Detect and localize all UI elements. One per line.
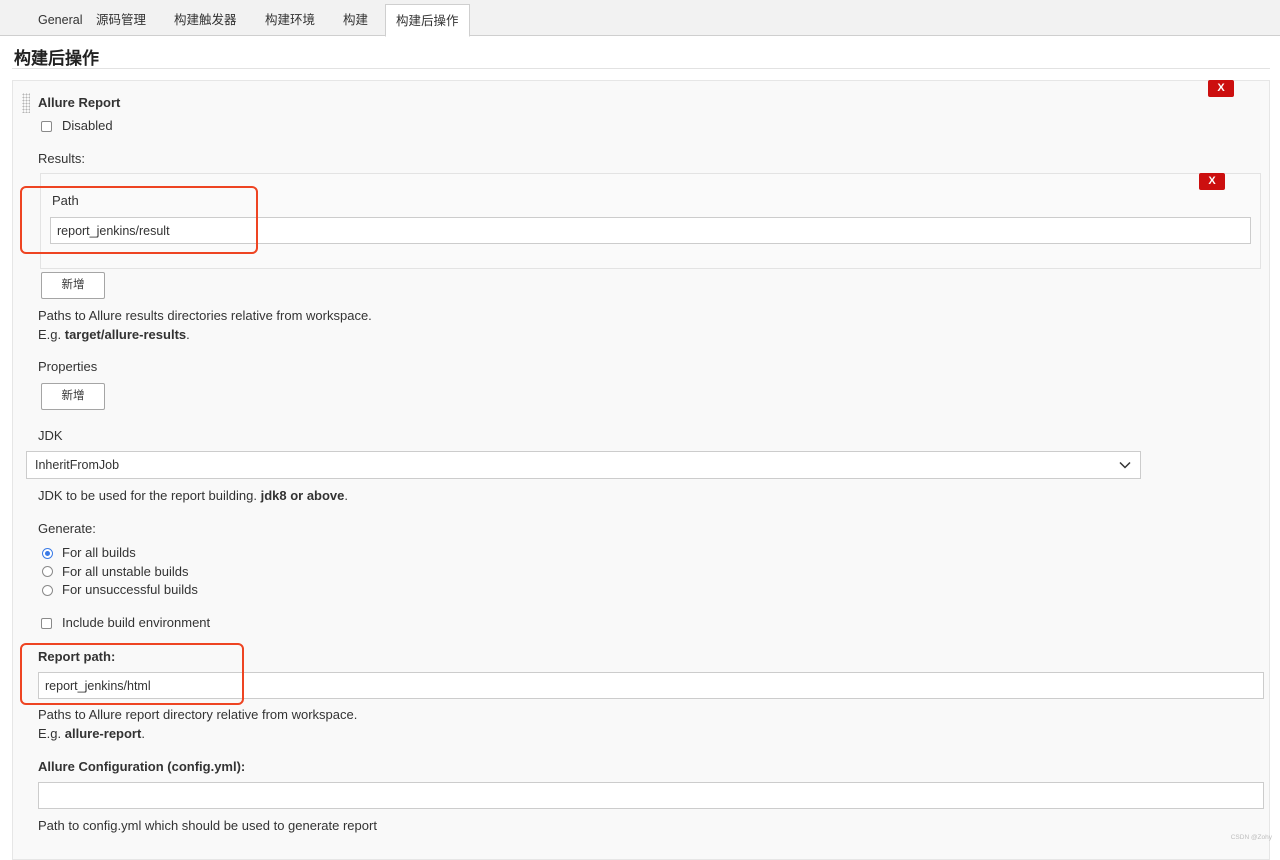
delete-result-path-button[interactable]: X bbox=[1199, 173, 1225, 190]
jdk-help-prefix: JDK to be used for the report building. bbox=[38, 488, 261, 503]
watermark: CSDN @Zohy bbox=[1230, 834, 1272, 841]
chevron-down-icon bbox=[1119, 461, 1131, 469]
report-path-label: Report path: bbox=[38, 649, 116, 664]
report-example-suffix: . bbox=[141, 726, 145, 741]
results-example-path: target/allure-results bbox=[64, 327, 187, 342]
jdk-help-requirement: jdk8 or above bbox=[260, 488, 345, 503]
report-path-input[interactable] bbox=[38, 672, 1264, 699]
radio-unsuccessful-builds-label: For unsuccessful builds bbox=[62, 582, 198, 597]
disabled-label: Disabled bbox=[62, 118, 113, 133]
config-tab-bar: General 源码管理 构建触发器 构建环境 构建 构建后操作 bbox=[0, 0, 1280, 37]
tab-build-environment[interactable]: 构建环境 bbox=[265, 4, 315, 36]
add-result-path-button[interactable]: 新增 bbox=[41, 272, 105, 299]
config-path-input[interactable] bbox=[38, 782, 1264, 809]
jdk-help-suffix: . bbox=[344, 488, 349, 503]
jdk-select[interactable]: InheritFromJob bbox=[26, 451, 1141, 479]
jdk-label: JDK bbox=[38, 428, 63, 443]
delete-step-button[interactable]: X bbox=[1208, 80, 1234, 97]
results-example-suffix: . bbox=[186, 327, 190, 342]
include-env-label: Include build environment bbox=[62, 615, 211, 630]
generate-label: Generate: bbox=[38, 521, 96, 536]
results-label: Results: bbox=[38, 151, 85, 166]
title-divider bbox=[12, 68, 1270, 69]
result-path-input[interactable] bbox=[50, 217, 1251, 244]
disabled-checkbox[interactable] bbox=[41, 121, 52, 132]
tab-post-build-actions[interactable]: 构建后操作 bbox=[385, 4, 470, 37]
include-env-checkbox[interactable] bbox=[41, 618, 52, 629]
radio-all-builds-label: For all builds bbox=[62, 545, 136, 560]
report-example-path: allure-report bbox=[64, 726, 142, 741]
radio-unstable-builds-label: For all unstable builds bbox=[62, 564, 189, 579]
properties-label: Properties bbox=[38, 359, 98, 374]
config-help-text: Path to config.yml which should be used … bbox=[38, 818, 377, 833]
tab-general[interactable]: General bbox=[38, 4, 82, 36]
tab-build[interactable]: 构建 bbox=[343, 4, 368, 36]
drag-handle-icon[interactable] bbox=[22, 93, 30, 113]
jdk-selected-value: InheritFromJob bbox=[35, 458, 120, 472]
tab-source-control[interactable]: 源码管理 bbox=[96, 4, 146, 36]
jdk-help-text: JDK to be used for the report building. … bbox=[38, 488, 348, 503]
config-label: Allure Configuration (config.yml): bbox=[38, 759, 246, 774]
results-example-prefix: E.g. bbox=[38, 327, 65, 342]
report-path-help-example: E.g. allure-report. bbox=[38, 726, 145, 741]
tab-build-triggers[interactable]: 构建触发器 bbox=[174, 4, 237, 36]
results-help-text: Paths to Allure results directories rela… bbox=[38, 308, 372, 323]
radio-unstable-builds[interactable] bbox=[42, 566, 53, 577]
report-path-help-text: Paths to Allure report directory relativ… bbox=[38, 707, 358, 722]
add-property-button[interactable]: 新增 bbox=[41, 383, 105, 410]
radio-unsuccessful-builds[interactable] bbox=[42, 585, 53, 596]
results-help-example: E.g. target/allure-results. bbox=[38, 327, 190, 342]
page-title: 构建后操作 bbox=[14, 49, 99, 68]
radio-all-builds[interactable] bbox=[42, 548, 53, 559]
path-label: Path bbox=[52, 193, 79, 208]
report-example-prefix: E.g. bbox=[38, 726, 65, 741]
allure-report-title: Allure Report bbox=[38, 95, 121, 110]
